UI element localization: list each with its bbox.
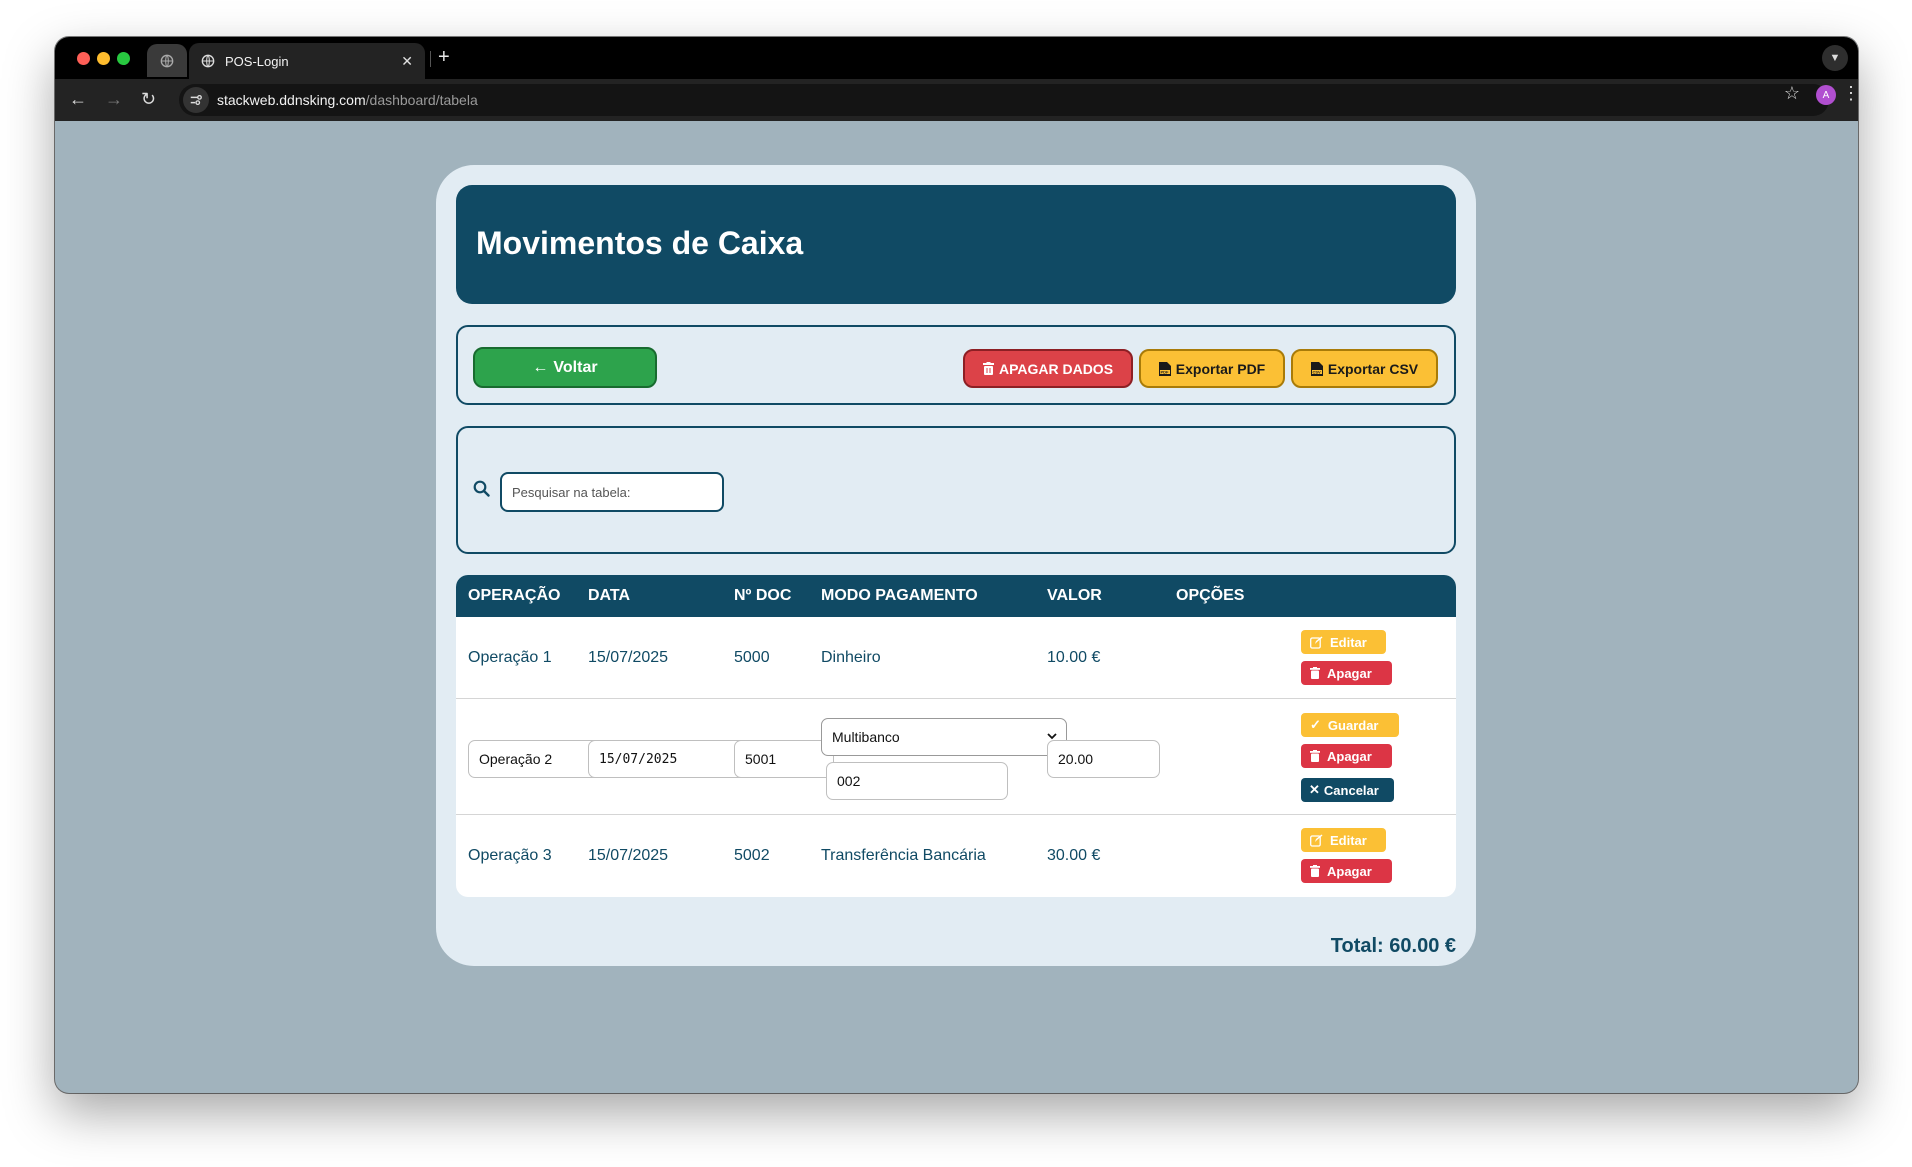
edit-button[interactable]: Editar — [1301, 630, 1386, 654]
save-button[interactable]: ✓ Guardar — [1301, 713, 1399, 737]
cancel-label: Cancelar — [1323, 782, 1379, 798]
trash-icon — [1310, 865, 1320, 877]
svg-text:CSV: CSV — [1312, 369, 1321, 374]
cell-data: 15/07/2025 — [588, 847, 669, 864]
check-icon: ✓ — [1310, 717, 1321, 732]
delete-all-button[interactable]: APAGAR DADOS — [963, 349, 1133, 388]
column-header-operacao: OPERAÇÃO — [468, 587, 561, 604]
csv-file-icon: CSV — [1310, 361, 1323, 376]
doc-input[interactable]: 5001 — [734, 740, 834, 778]
table-row-editing: Operação 2 15/07/2025 5001 Multibanco 00… — [456, 699, 1456, 815]
tab-bar: POS-Login ✕ + ▼ — [55, 37, 1858, 79]
edit-label: Editar — [1330, 634, 1367, 650]
back-button-label: Voltar — [553, 358, 598, 376]
delete-all-label: APAGAR DADOS — [998, 360, 1114, 377]
cell-valor: 10.00 € — [1047, 649, 1101, 666]
action-bar: ← Voltar APAGAR DADOS PDF Exportar PDF C… — [456, 325, 1456, 405]
edit-label: Editar — [1330, 832, 1367, 848]
payment-mode-selected: Multibanco — [832, 729, 900, 745]
arrow-left-icon: ← — [532, 358, 549, 376]
trash-icon — [982, 362, 994, 375]
maximize-window-button[interactable] — [117, 52, 130, 65]
address-bar[interactable]: stackweb.ddnsking.com/dashboard/tabela — [179, 84, 1829, 116]
column-header-valor: VALOR — [1047, 587, 1102, 604]
table-header: OPERAÇÃO DATA Nº DOC MODO PAGAMENTO VALO… — [456, 575, 1456, 617]
cell-valor: 30.00 € — [1047, 847, 1101, 864]
cell-modo-pagamento: Transferência Bancária — [821, 847, 986, 864]
forward-arrow-icon[interactable]: → — [105, 88, 123, 110]
table-row: Operação 3 15/07/2025 5002 Transferência… — [456, 815, 1456, 897]
export-pdf-button[interactable]: PDF Exportar PDF — [1139, 349, 1285, 388]
delete-label: Apagar — [1327, 748, 1372, 764]
column-header-opcoes: OPÇÕES — [1176, 587, 1245, 604]
tab-group-button[interactable] — [147, 44, 187, 77]
payment-mode-select[interactable]: Multibanco — [821, 718, 1067, 756]
operacao-input[interactable]: Operação 2 — [468, 740, 606, 778]
edit-button[interactable]: Editar — [1301, 828, 1386, 852]
payment-reference-input[interactable]: 002 — [826, 762, 1008, 800]
close-icon: ✕ — [1309, 782, 1320, 797]
export-csv-button[interactable]: CSV Exportar CSV — [1291, 349, 1438, 388]
cancel-button[interactable]: ✕ Cancelar — [1301, 778, 1394, 802]
delete-label: Apagar — [1327, 665, 1372, 681]
chevron-down-icon[interactable]: ▼ — [1822, 45, 1848, 71]
edit-icon — [1310, 636, 1323, 649]
trash-icon — [1310, 667, 1320, 679]
valor-input[interactable]: 20.00 — [1047, 740, 1160, 778]
site-info-icon[interactable] — [183, 87, 209, 113]
delete-button[interactable]: Apagar — [1301, 744, 1392, 768]
table-row: Operação 1 15/07/2025 5000 Dinheiro 10.0… — [456, 617, 1456, 699]
delete-button[interactable]: Apagar — [1301, 661, 1392, 685]
close-tab-icon[interactable]: ✕ — [401, 53, 413, 70]
more-menu-icon[interactable]: ⋮ — [1842, 83, 1858, 104]
cell-modo-pagamento: Dinheiro — [821, 649, 881, 666]
tab-separator — [430, 51, 431, 67]
delete-button[interactable]: Apagar — [1301, 859, 1392, 883]
cell-operacao: Operação 1 — [468, 649, 552, 666]
url-path: /dashboard/tabela — [365, 92, 478, 108]
main-card: Movimentos de Caixa ← Voltar APAGAR DADO… — [436, 165, 1476, 966]
svg-text:PDF: PDF — [1160, 369, 1169, 374]
bookmark-star-icon[interactable]: ☆ — [1784, 83, 1800, 104]
browser-window: POS-Login ✕ + ▼ ← → ↻ stackweb.ddnsking.… — [55, 37, 1858, 1093]
cell-doc: 5000 — [734, 649, 770, 666]
cell-operacao: Operação 3 — [468, 847, 552, 864]
browser-toolbar: ← → ↻ stackweb.ddnsking.com/dashboard/ta… — [55, 79, 1858, 121]
search-icon — [473, 480, 490, 497]
globe-icon — [201, 54, 215, 68]
cell-data: 15/07/2025 — [588, 649, 669, 666]
export-csv-label: Exportar CSV — [1327, 360, 1419, 377]
column-header-data: DATA — [588, 587, 631, 604]
date-input-value: 15/07/2025 — [599, 751, 678, 767]
save-label: Guardar — [1327, 717, 1379, 733]
column-header-doc: Nº DOC — [734, 587, 792, 604]
movements-table: OPERAÇÃO DATA Nº DOC MODO PAGAMENTO VALO… — [456, 575, 1456, 897]
page-title: Movimentos de Caixa — [476, 225, 804, 261]
delete-label: Apagar — [1327, 863, 1372, 879]
close-window-button[interactable] — [77, 52, 90, 65]
edit-icon — [1310, 834, 1323, 847]
total-amount: Total: 60.00 € — [1330, 935, 1456, 957]
profile-avatar[interactable]: A — [1816, 85, 1836, 105]
trash-icon — [1310, 750, 1320, 762]
pdf-file-icon: PDF — [1158, 361, 1171, 376]
page-header: Movimentos de Caixa — [456, 185, 1456, 304]
url-text: stackweb.ddnsking.com/dashboard/tabela — [217, 92, 478, 108]
globe-icon — [160, 54, 174, 67]
new-tab-button[interactable]: + — [438, 46, 450, 68]
tab-title: POS-Login — [225, 53, 289, 69]
search-input[interactable] — [500, 472, 724, 512]
url-host: stackweb.ddnsking.com — [217, 92, 366, 108]
export-pdf-label: Exportar PDF — [1175, 360, 1266, 377]
reload-icon[interactable]: ↻ — [141, 88, 156, 110]
tab-active[interactable]: POS-Login ✕ — [189, 43, 425, 79]
search-panel — [456, 426, 1456, 554]
back-button[interactable]: ← Voltar — [473, 347, 657, 388]
back-arrow-icon[interactable]: ← — [69, 88, 87, 110]
column-header-modo-pagamento: MODO PAGAMENTO — [821, 587, 978, 604]
minimize-window-button[interactable] — [97, 52, 110, 65]
cell-doc: 5002 — [734, 847, 770, 864]
